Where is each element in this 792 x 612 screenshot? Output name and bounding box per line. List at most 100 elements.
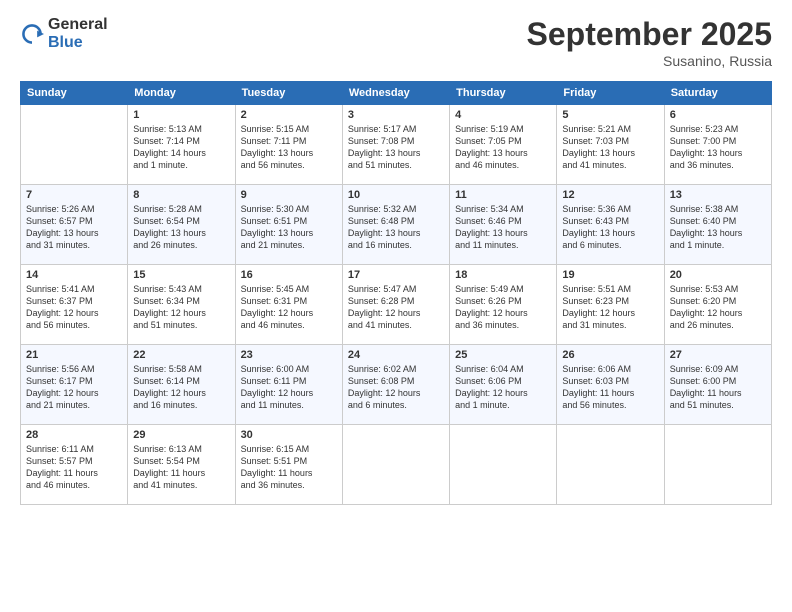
calendar-cell: 18 Sunrise: 5:49 AM Sunset: 6:26 PM Dayli…: [450, 265, 557, 345]
calendar-cell: 15 Sunrise: 5:43 AM Sunset: 6:34 PM Dayli…: [128, 265, 235, 345]
day-number: 29: [133, 429, 229, 441]
calendar-cell: 28 Sunrise: 6:11 AM Sunset: 5:57 PM Dayli…: [21, 425, 128, 505]
day-number: 3: [348, 109, 444, 121]
weekday-header-saturday: Saturday: [664, 82, 771, 105]
week-row-3: 21 Sunrise: 5:56 AM Sunset: 6:17 PM Dayli…: [21, 345, 772, 425]
logo-text: General Blue: [48, 16, 108, 51]
calendar-cell: 26Sunrise: 6:06 AM Sunset: 6:03 PM Dayli…: [557, 345, 664, 425]
day-number: 19: [562, 269, 658, 281]
cell-text: Sunrise: 5:26 AM Sunset: 6:57 PM Dayligh…: [26, 203, 122, 252]
calendar-cell: 11 Sunrise: 5:34 AM Sunset: 6:46 PM Dayli…: [450, 185, 557, 265]
day-number: 9: [241, 189, 337, 201]
calendar-table: SundayMondayTuesdayWednesdayThursdayFrid…: [20, 81, 772, 505]
day-number: 15: [133, 269, 229, 281]
weekday-header-monday: Monday: [128, 82, 235, 105]
calendar-cell: 6Sunrise: 5:23 AM Sunset: 7:00 PM Daylig…: [664, 105, 771, 185]
calendar-cell: 16Sunrise: 5:45 AM Sunset: 6:31 PM Dayli…: [235, 265, 342, 345]
logo-icon: [20, 22, 44, 46]
cell-text: Sunrise: 5:15 AM Sunset: 7:11 PM Dayligh…: [241, 123, 337, 172]
cell-text: Sunrise: 5:58 AM Sunset: 6:14 PM Dayligh…: [133, 363, 229, 412]
weekday-header-thursday: Thursday: [450, 82, 557, 105]
calendar-cell: 21 Sunrise: 5:56 AM Sunset: 6:17 PM Dayli…: [21, 345, 128, 425]
calendar-cell: 7 Sunrise: 5:26 AM Sunset: 6:57 PM Daylig…: [21, 185, 128, 265]
cell-text: Sunrise: 6:09 AM Sunset: 6:00 PM Dayligh…: [670, 363, 766, 412]
calendar-cell: 4 Sunrise: 5:19 AM Sunset: 7:05 PM Daylig…: [450, 105, 557, 185]
cell-text: Sunrise: 5:30 AM Sunset: 6:51 PM Dayligh…: [241, 203, 337, 252]
calendar-cell: 2Sunrise: 5:15 AM Sunset: 7:11 PM Daylig…: [235, 105, 342, 185]
day-number: 11: [455, 189, 551, 201]
cell-text: Sunrise: 5:17 AM Sunset: 7:08 PM Dayligh…: [348, 123, 444, 172]
calendar-cell: [342, 425, 449, 505]
cell-text: Sunrise: 6:00 AM Sunset: 6:11 PM Dayligh…: [241, 363, 337, 412]
calendar-cell: 3 Sunrise: 5:17 AM Sunset: 7:08 PM Daylig…: [342, 105, 449, 185]
cell-text: Sunrise: 5:36 AM Sunset: 6:43 PM Dayligh…: [562, 203, 658, 252]
day-number: 6: [670, 109, 766, 121]
cell-text: Sunrise: 5:21 AM Sunset: 7:03 PM Dayligh…: [562, 123, 658, 172]
day-number: 20: [670, 269, 766, 281]
cell-text: Sunrise: 5:56 AM Sunset: 6:17 PM Dayligh…: [26, 363, 122, 412]
day-number: 23: [241, 349, 337, 361]
cell-text: Sunrise: 6:06 AM Sunset: 6:03 PM Dayligh…: [562, 363, 658, 412]
calendar-cell: [21, 105, 128, 185]
day-number: 27: [670, 349, 766, 361]
cell-text: Sunrise: 5:51 AM Sunset: 6:23 PM Dayligh…: [562, 283, 658, 332]
month-title: September 2025: [527, 16, 772, 53]
weekday-header-wednesday: Wednesday: [342, 82, 449, 105]
cell-text: Sunrise: 5:43 AM Sunset: 6:34 PM Dayligh…: [133, 283, 229, 332]
week-row-4: 28 Sunrise: 6:11 AM Sunset: 5:57 PM Dayli…: [21, 425, 772, 505]
day-number: 21: [26, 349, 122, 361]
day-number: 10: [348, 189, 444, 201]
weekday-header-tuesday: Tuesday: [235, 82, 342, 105]
day-number: 4: [455, 109, 551, 121]
calendar-cell: 30 Sunrise: 6:15 AM Sunset: 5:51 PM Dayli…: [235, 425, 342, 505]
calendar-cell: 10 Sunrise: 5:32 AM Sunset: 6:48 PM Dayli…: [342, 185, 449, 265]
day-number: 8: [133, 189, 229, 201]
week-row-1: 7 Sunrise: 5:26 AM Sunset: 6:57 PM Daylig…: [21, 185, 772, 265]
day-number: 17: [348, 269, 444, 281]
calendar-cell: 5 Sunrise: 5:21 AM Sunset: 7:03 PM Daylig…: [557, 105, 664, 185]
cell-text: Sunrise: 5:32 AM Sunset: 6:48 PM Dayligh…: [348, 203, 444, 252]
cell-text: Sunrise: 5:28 AM Sunset: 6:54 PM Dayligh…: [133, 203, 229, 252]
calendar-cell: 22 Sunrise: 5:58 AM Sunset: 6:14 PM Dayli…: [128, 345, 235, 425]
day-number: 16: [241, 269, 337, 281]
cell-text: Sunrise: 6:15 AM Sunset: 5:51 PM Dayligh…: [241, 443, 337, 492]
calendar-cell: 13Sunrise: 5:38 AM Sunset: 6:40 PM Dayli…: [664, 185, 771, 265]
header: General Blue September 2025 Susanino, Ru…: [20, 16, 772, 69]
cell-text: Sunrise: 5:53 AM Sunset: 6:20 PM Dayligh…: [670, 283, 766, 332]
calendar-cell: 12Sunrise: 5:36 AM Sunset: 6:43 PM Dayli…: [557, 185, 664, 265]
day-number: 25: [455, 349, 551, 361]
cell-text: Sunrise: 5:49 AM Sunset: 6:26 PM Dayligh…: [455, 283, 551, 332]
day-number: 1: [133, 109, 229, 121]
calendar-cell: 9 Sunrise: 5:30 AM Sunset: 6:51 PM Daylig…: [235, 185, 342, 265]
calendar-cell: [664, 425, 771, 505]
logo-general-text: General: [48, 16, 108, 34]
day-number: 24: [348, 349, 444, 361]
calendar-cell: [557, 425, 664, 505]
weekday-header-sunday: Sunday: [21, 82, 128, 105]
cell-text: Sunrise: 5:41 AM Sunset: 6:37 PM Dayligh…: [26, 283, 122, 332]
calendar-cell: 14 Sunrise: 5:41 AM Sunset: 6:37 PM Dayli…: [21, 265, 128, 345]
cell-text: Sunrise: 6:04 AM Sunset: 6:06 PM Dayligh…: [455, 363, 551, 412]
day-number: 28: [26, 429, 122, 441]
week-row-0: 1Sunrise: 5:13 AM Sunset: 7:14 PM Daylig…: [21, 105, 772, 185]
cell-text: Sunrise: 6:11 AM Sunset: 5:57 PM Dayligh…: [26, 443, 122, 492]
cell-text: Sunrise: 6:02 AM Sunset: 6:08 PM Dayligh…: [348, 363, 444, 412]
day-number: 22: [133, 349, 229, 361]
cell-text: Sunrise: 5:34 AM Sunset: 6:46 PM Dayligh…: [455, 203, 551, 252]
day-number: 30: [241, 429, 337, 441]
day-number: 18: [455, 269, 551, 281]
calendar-cell: 29Sunrise: 6:13 AM Sunset: 5:54 PM Dayli…: [128, 425, 235, 505]
calendar-cell: 24 Sunrise: 6:02 AM Sunset: 6:08 PM Dayli…: [342, 345, 449, 425]
day-number: 5: [562, 109, 658, 121]
calendar-cell: 19 Sunrise: 5:51 AM Sunset: 6:23 PM Dayli…: [557, 265, 664, 345]
cell-text: Sunrise: 5:19 AM Sunset: 7:05 PM Dayligh…: [455, 123, 551, 172]
logo: General Blue: [20, 16, 108, 51]
day-number: 14: [26, 269, 122, 281]
weekday-header-row: SundayMondayTuesdayWednesdayThursdayFrid…: [21, 82, 772, 105]
title-block: September 2025 Susanino, Russia: [527, 16, 772, 69]
day-number: 7: [26, 189, 122, 201]
page: General Blue September 2025 Susanino, Ru…: [0, 0, 792, 612]
calendar-cell: 25 Sunrise: 6:04 AM Sunset: 6:06 PM Dayli…: [450, 345, 557, 425]
calendar-cell: [450, 425, 557, 505]
calendar-cell: 23 Sunrise: 6:00 AM Sunset: 6:11 PM Dayli…: [235, 345, 342, 425]
